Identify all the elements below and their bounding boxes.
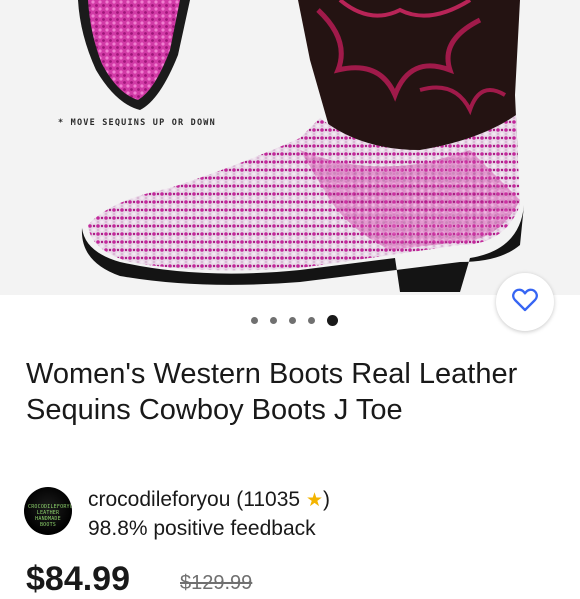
seller-name[interactable]: crocodileforyou xyxy=(88,488,230,511)
listing-title: Women's Western Boots Real Leather Sequi… xyxy=(26,358,518,426)
shooting-star-icon: ★ xyxy=(305,490,323,511)
seller-avatar[interactable]: CROCODILEFORYOU LEATHER HANDMADE BOOTS xyxy=(24,487,72,535)
seller-info[interactable]: CROCODILEFORYOU LEATHER HANDMADE BOOTS c… xyxy=(24,487,564,547)
image-caption: * MOVE SEQUINS UP OR DOWN xyxy=(58,118,216,128)
seller-rating-count: (11035 xyxy=(236,488,301,511)
seller-rating-close: ) xyxy=(322,488,330,511)
product-image[interactable]: * MOVE SEQUINS UP OR DOWN xyxy=(0,0,580,295)
carousel-dot[interactable] xyxy=(269,317,277,324)
boot-illustration xyxy=(78,0,525,292)
image-carousel-indicator xyxy=(0,315,580,326)
carousel-dot[interactable] xyxy=(288,317,296,324)
original-price: $129.99 xyxy=(180,572,253,594)
carousel-dot-active[interactable] xyxy=(326,315,338,326)
seller-name-line[interactable]: crocodileforyou (11035 ★) xyxy=(88,487,330,514)
carousel-dot[interactable] xyxy=(307,317,315,324)
avatar-logo-text: CROCODILEFORYOU LEATHER HANDMADE BOOTS xyxy=(28,504,72,528)
heart-outline-icon xyxy=(511,287,539,318)
carousel-dot[interactable] xyxy=(250,317,258,324)
seller-feedback: 98.8% positive feedback xyxy=(88,517,316,540)
